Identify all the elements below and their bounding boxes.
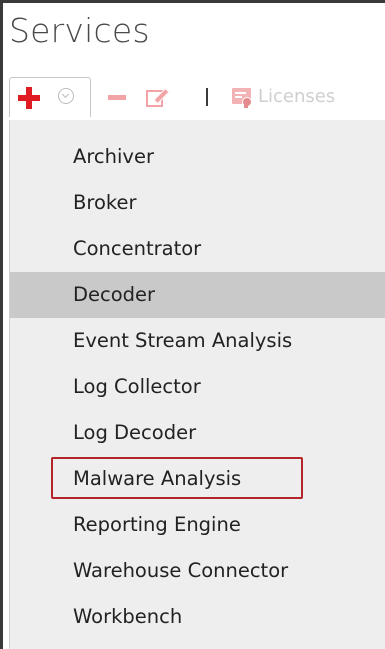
menu-item-event-stream-analysis[interactable]: Event Stream Analysis [10,318,385,364]
plus-icon[interactable] [18,87,40,109]
add-service-button[interactable] [9,77,91,117]
edit-icon [145,86,170,108]
menu-item-malware-analysis[interactable]: Malware Analysis [10,456,385,502]
menu-item-warehouse-connector[interactable]: Warehouse Connector [10,548,385,594]
remove-service-button[interactable] [104,79,130,115]
services-toolbar: Licenses [9,77,385,117]
menu-item-broker[interactable]: Broker [10,180,385,226]
menu-item-log-decoder[interactable]: Log Decoder [10,410,385,456]
license-icon [231,86,253,108]
menu-item-decoder[interactable]: Decoder [10,272,385,318]
edit-service-button[interactable] [141,79,171,115]
menu-item-reporting-engine[interactable]: Reporting Engine [10,502,385,548]
licenses-label: Licenses [258,86,336,107]
menu-item-log-collector[interactable]: Log Collector [10,364,385,410]
licenses-button[interactable]: Licenses [231,79,335,115]
menu-item-concentrator[interactable]: Concentrator [10,226,385,272]
add-service-dropdown-menu: Archiver Broker Concentrator Decoder Eve… [9,120,385,649]
toolbar-divider [202,79,212,115]
menu-item-archiver[interactable]: Archiver [10,134,385,180]
page-title: Services [9,11,150,50]
services-panel: Services Licenses Archiver Broker Concen… [0,0,385,649]
menu-item-workbench[interactable]: Workbench [10,594,385,640]
minus-icon [108,94,126,100]
chevron-down-icon[interactable] [58,88,74,104]
